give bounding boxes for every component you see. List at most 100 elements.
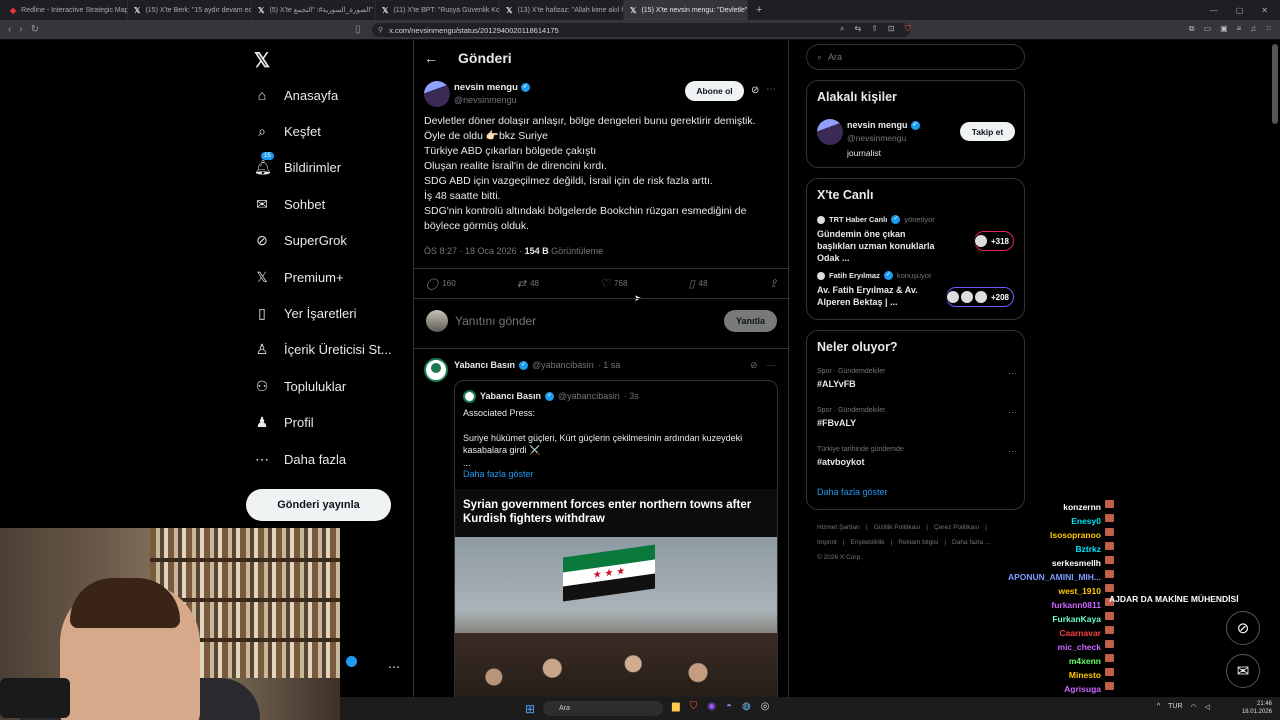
link-card[interactable]: Syrian government forces enter northern …: [455, 489, 777, 719]
reload-icon[interactable]: ↻: [31, 24, 39, 35]
more-options-icon[interactable]: ⋯: [1008, 407, 1017, 418]
nav-item[interactable]: ⌂ Anasayfa: [254, 83, 338, 107]
nav-item[interactable]: ▯ Yer İşaretleri: [254, 301, 356, 325]
browser-tab[interactable]: 𝕏(11) X'te BPT: "Rusya Güvenlik Konse"×: [376, 0, 500, 20]
chat-username[interactable]: Bztrkz: [1075, 542, 1101, 556]
address-bar[interactable]: ⚲ x.com/nevsinmengu/status/2012940020118…: [372, 23, 910, 37]
avatar[interactable]: [817, 119, 843, 145]
quoted-tweet[interactable]: Yabancı Basın ✓ @yabancibasin · 3s Assoc…: [454, 380, 778, 720]
nav-item[interactable]: ⚇ Topluluklar: [254, 374, 346, 398]
back-icon[interactable]: ←: [424, 50, 438, 66]
chat-username[interactable]: serkesmellh: [1052, 556, 1101, 570]
browser-tab[interactable]: 𝕏(15) X'te Berk: "15 aydır devam eden"×: [128, 0, 252, 20]
more-options-icon[interactable]: ⋯: [767, 360, 776, 371]
account-more-icon[interactable]: ⋯: [388, 660, 400, 674]
wifi-icon[interactable]: ◠: [1191, 703, 1197, 711]
live-listeners[interactable]: +208: [945, 287, 1014, 307]
repost-action[interactable]: ⇄ 48: [517, 277, 539, 290]
grok-icon[interactable]: ⊘: [751, 85, 759, 96]
wallet-icon[interactable]: ▣: [1220, 24, 1228, 34]
trend-item[interactable]: Spor · Gündemdekiler #FBvALY ⋯: [817, 407, 1017, 428]
post-time[interactable]: ÖS 8:27 · 18 Oca 2026 ·: [424, 246, 522, 256]
language-indicator[interactable]: TUR: [1168, 703, 1182, 711]
related-name[interactable]: nevsin mengu ✓: [847, 120, 920, 130]
zoom-icon[interactable]: ⌕: [840, 24, 844, 34]
nav-item[interactable]: 𝕏 Premium+: [254, 265, 343, 289]
share-action[interactable]: ⇪: [769, 277, 778, 290]
follow-button[interactable]: Takip et: [960, 122, 1015, 141]
footer-link[interactable]: Imprint: [817, 539, 837, 546]
footer-link[interactable]: Reklam bilgisi: [898, 539, 938, 546]
volume-icon[interactable]: ◁: [1205, 703, 1210, 711]
music-icon[interactable]: ♫: [1250, 24, 1256, 34]
bookmark-action[interactable]: ▯ 48: [689, 277, 708, 290]
footer-link[interactable]: Hizmet Şartları: [817, 524, 860, 531]
taskbar-search[interactable]: Ara: [543, 701, 663, 716]
minimize-icon[interactable]: —: [1210, 6, 1218, 15]
chat-username[interactable]: Caarnavar: [1059, 626, 1101, 640]
clock[interactable]: 21:46 18.01.2026: [1242, 700, 1272, 716]
my-avatar[interactable]: [426, 310, 448, 332]
chat-username[interactable]: mic_check: [1058, 640, 1101, 654]
grok-fab-icon[interactable]: ⊘: [1226, 611, 1260, 645]
reply-button[interactable]: Yanıtla: [724, 310, 777, 332]
chat-username[interactable]: Enesy0: [1071, 514, 1101, 528]
chat-username[interactable]: Agrisuga: [1064, 682, 1101, 696]
steam-icon[interactable]: ◍: [742, 701, 751, 712]
grid-icon[interactable]: ⁙: [1265, 24, 1272, 34]
browser-tab[interactable]: 𝕏(5) X'te الصورة_السورية#: "النجمع"×: [252, 0, 376, 20]
messages-fab-icon[interactable]: ✉: [1226, 654, 1260, 688]
related-handle[interactable]: @nevsinmengu: [847, 133, 906, 143]
site-info-icon[interactable]: ⚲: [378, 26, 383, 34]
subscribe-button[interactable]: Abone ol: [685, 81, 744, 101]
brave-shields-icon[interactable]: ⛉: [905, 24, 911, 34]
author-name[interactable]: nevsin mengu ✓: [454, 82, 530, 93]
author-handle[interactable]: @nevsinmengu: [454, 95, 517, 105]
chat-username[interactable]: APONUN_AMINI_MIH...: [1008, 570, 1101, 584]
maximize-icon[interactable]: ▢: [1236, 6, 1244, 15]
trend-item[interactable]: Spor · Gündemdekiler #ALYvFB ⋯: [817, 368, 1017, 389]
footer-link[interactable]: Erişilebilirlik: [851, 539, 885, 546]
file-explorer-icon[interactable]: ▆: [672, 701, 680, 712]
browser-tab[interactable]: 𝕏 (13) X'te hafizaz: "Allah kime akıl fik…: [500, 0, 624, 20]
nav-item[interactable]: ✉ Sohbet: [254, 192, 325, 216]
trend-item[interactable]: Türkiye tarihinde gündemde #atvboykot ⋯: [817, 446, 1017, 467]
windows-start-icon[interactable]: ⊞: [525, 702, 535, 716]
nav-item[interactable]: ♙ İçerik Üreticisi St...: [254, 338, 392, 362]
bookmark-star-icon[interactable]: ▯: [355, 24, 361, 35]
sidebar-icon[interactable]: ▭: [1204, 24, 1212, 34]
more-options-icon[interactable]: ⋯: [1008, 446, 1017, 457]
tray-chevron-icon[interactable]: ^: [1157, 703, 1160, 711]
post-button[interactable]: Gönderi yayınla: [246, 489, 391, 521]
browser-tab[interactable]: 𝕏 (15) X'te nevsin mengu: "Devletle"×: [624, 0, 748, 20]
chat-username[interactable]: west_1910: [1058, 584, 1101, 598]
obs-icon[interactable]: ◉: [707, 701, 716, 712]
brave-browser-icon[interactable]: ⛉: [690, 701, 698, 712]
show-more-link[interactable]: Daha fazla göster: [817, 487, 888, 497]
nav-item[interactable]: ⋯ Daha fazla: [254, 447, 346, 471]
app-icon[interactable]: ◎: [761, 701, 770, 712]
search-input[interactable]: ⌕ Ara: [806, 44, 1025, 70]
nav-item[interactable]: 🔔︎ 15 Bildirimler: [254, 152, 341, 180]
back-arrow-icon[interactable]: ‹: [8, 24, 11, 35]
chat-username[interactable]: FurkanKaya: [1052, 612, 1101, 626]
footer-link[interactable]: Gizlilik Politikası: [874, 524, 921, 531]
chat-username[interactable]: m4xenn: [1069, 654, 1101, 668]
chat-username[interactable]: Isosopranoo: [1050, 528, 1101, 542]
reply-avatar[interactable]: [424, 358, 448, 382]
x-logo[interactable]: 𝕏: [254, 48, 270, 73]
nav-item[interactable]: ⌕ Keşfet: [254, 119, 321, 143]
browser-tab[interactable]: ◆Redline - Interactive Strategic Map×: [4, 0, 128, 20]
show-more-link[interactable]: Daha fazla göster: [463, 469, 534, 479]
new-tab-icon[interactable]: +: [756, 4, 762, 16]
footer-link[interactable]: Daha fazla ...: [952, 539, 990, 546]
reply-author[interactable]: Yabancı Basın ✓ @yabancibasin · 1 sa: [454, 360, 620, 370]
close-window-icon[interactable]: ✕: [1261, 6, 1268, 15]
chat-username[interactable]: konzernn: [1063, 500, 1101, 514]
grok-icon[interactable]: ⊘: [750, 360, 758, 371]
avatar[interactable]: [424, 81, 450, 107]
more-options-icon[interactable]: ⋯: [1008, 368, 1017, 379]
footer-link[interactable]: Çerez Politikası: [934, 524, 979, 531]
share-icon[interactable]: ⇪: [871, 24, 878, 34]
menu-icon[interactable]: ≡: [1237, 24, 1242, 34]
